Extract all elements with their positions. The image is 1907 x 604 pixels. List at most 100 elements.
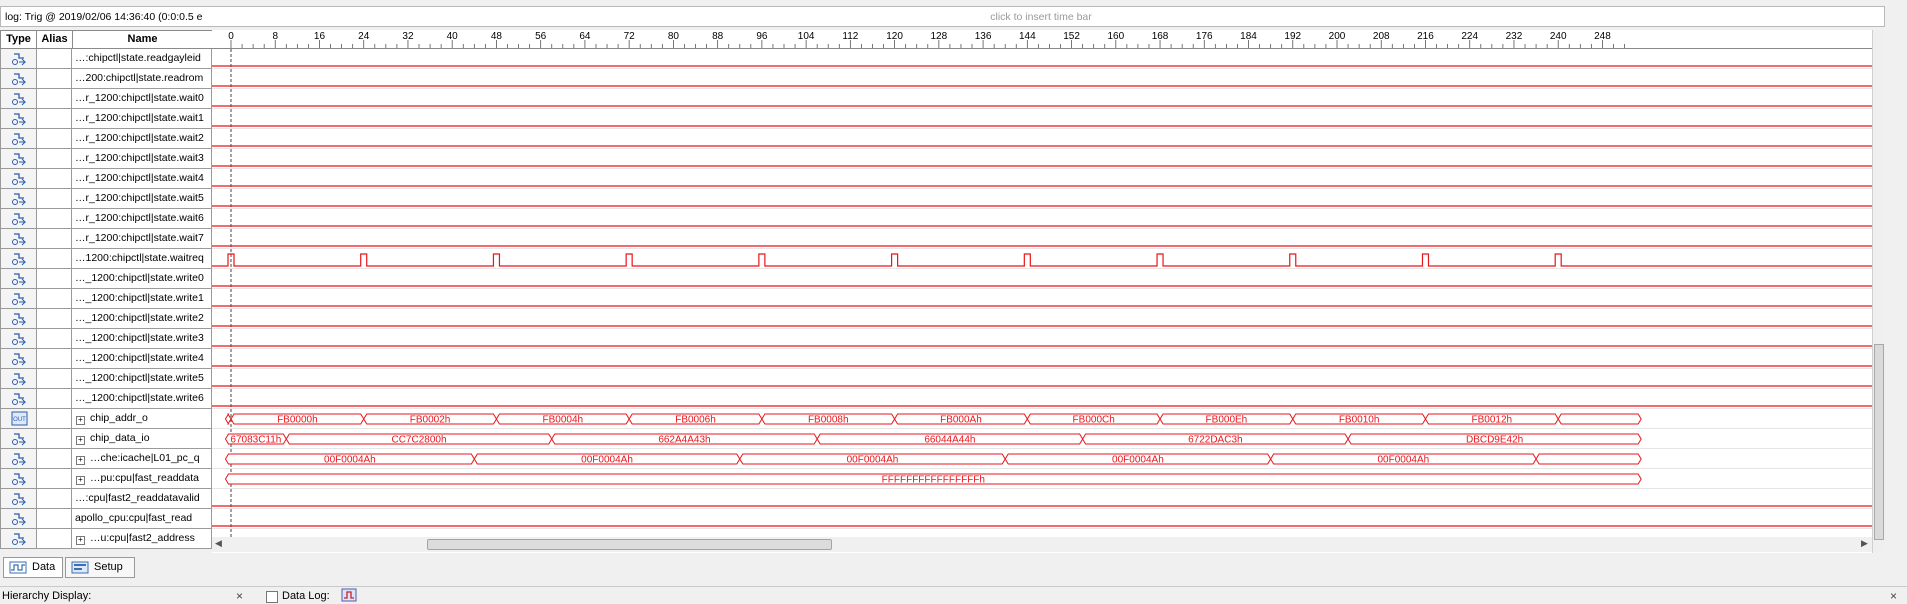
column-header-name[interactable]: Name	[72, 30, 213, 49]
signal-row[interactable]: …_1200:chipctl|state.write1	[0, 289, 212, 309]
signal-alias-cell[interactable]	[37, 289, 72, 309]
signal-row[interactable]: …r_1200:chipctl|state.wait5	[0, 189, 212, 209]
signal-alias-cell[interactable]	[37, 409, 72, 429]
signal-row[interactable]: …:chipctl|state.readgayleid	[0, 49, 212, 69]
hierarchy-close-icon[interactable]: ×	[236, 589, 243, 603]
signal-alias-cell[interactable]	[37, 529, 72, 549]
column-header-alias[interactable]: Alias	[36, 30, 73, 49]
signal-alias-cell[interactable]	[37, 509, 72, 529]
tab-setup[interactable]: Setup	[65, 557, 135, 578]
signal-name-cell[interactable]: …_1200:chipctl|state.write1	[72, 289, 212, 309]
signal-name-cell[interactable]: …_1200:chipctl|state.write5	[72, 369, 212, 389]
horizontal-scroll-thumb[interactable]	[427, 539, 832, 550]
signal-alias-cell[interactable]	[37, 69, 72, 89]
signal-name-cell[interactable]: …r_1200:chipctl|state.wait7	[72, 229, 212, 249]
datalog-icon[interactable]	[341, 588, 357, 602]
signal-row[interactable]: …_1200:chipctl|state.write4	[0, 349, 212, 369]
signal-row[interactable]: …1200:chipctl|state.waitreq	[0, 249, 212, 269]
signal-row[interactable]: …:cpu|fast2_readdatavalid	[0, 489, 212, 509]
signal-row[interactable]: …r_1200:chipctl|state.wait1	[0, 109, 212, 129]
signal-row[interactable]: + …che:icache|L01_pc_q	[0, 449, 212, 469]
signal-alias-cell[interactable]	[37, 389, 72, 409]
signal-row[interactable]: apollo_cpu:cpu|fast_read	[0, 509, 212, 529]
signal-alias-cell[interactable]	[37, 129, 72, 149]
signal-name-cell[interactable]: …_1200:chipctl|state.write6	[72, 389, 212, 409]
signal-alias-cell[interactable]	[37, 489, 72, 509]
signal-name-cell[interactable]: …:cpu|fast2_readdatavalid	[72, 489, 212, 509]
datalog-checkbox[interactable]	[266, 591, 278, 603]
signal-row[interactable]: …_1200:chipctl|state.write3	[0, 329, 212, 349]
signal-alias-cell[interactable]	[37, 169, 72, 189]
signal-name-cell[interactable]: …r_1200:chipctl|state.wait6	[72, 209, 212, 229]
signal-alias-cell[interactable]	[37, 369, 72, 389]
signal-row[interactable]: …r_1200:chipctl|state.wait3	[0, 149, 212, 169]
vertical-scroll-thumb[interactable]	[1874, 344, 1884, 540]
signal-row[interactable]: …r_1200:chipctl|state.wait4	[0, 169, 212, 189]
signal-row[interactable]: …200:chipctl|state.readrom	[0, 69, 212, 89]
signal-alias-cell[interactable]	[37, 149, 72, 169]
signal-row[interactable]: …r_1200:chipctl|state.wait0	[0, 89, 212, 109]
signal-row[interactable]: …r_1200:chipctl|state.wait2	[0, 129, 212, 149]
signal-name-cell[interactable]: …_1200:chipctl|state.write0	[72, 269, 212, 289]
signal-alias-cell[interactable]	[37, 249, 72, 269]
tab-data[interactable]: Data	[3, 557, 63, 578]
signal-row[interactable]: …r_1200:chipctl|state.wait7	[0, 229, 212, 249]
expand-icon[interactable]: +	[76, 416, 85, 425]
signal-row[interactable]: + …pu:cpu|fast_readdata	[0, 469, 212, 489]
signal-name-cell[interactable]: …_1200:chipctl|state.write3	[72, 329, 212, 349]
signal-name-cell[interactable]: …_1200:chipctl|state.write2	[72, 309, 212, 329]
waveform-area[interactable]: 0 8 16 24 32 40 48 56 64 72 80 88 96 104 112 120 128 136 1…	[212, 30, 1872, 553]
bus-value-label: FB0002h	[410, 415, 451, 426]
signal-row[interactable]: …r_1200:chipctl|state.wait6	[0, 209, 212, 229]
signal-alias-cell[interactable]	[37, 429, 72, 449]
signal-alias-cell[interactable]	[37, 449, 72, 469]
signal-row[interactable]: …_1200:chipctl|state.write6	[0, 389, 212, 409]
signal-name-cell[interactable]: …1200:chipctl|state.waitreq	[72, 249, 212, 269]
signal-name-cell[interactable]: …r_1200:chipctl|state.wait5	[72, 189, 212, 209]
expand-icon[interactable]: +	[76, 476, 85, 485]
signal-alias-cell[interactable]	[37, 109, 72, 129]
scroll-left-icon[interactable]: ◀	[215, 538, 222, 549]
signal-name-cell[interactable]: …r_1200:chipctl|state.wait1	[72, 109, 212, 129]
signal-row[interactable]: + chip_data_io	[0, 429, 212, 449]
signal-alias-cell[interactable]	[37, 309, 72, 329]
signal-name-cell[interactable]: …:chipctl|state.readgayleid	[72, 49, 212, 69]
signal-name-cell[interactable]: + …pu:cpu|fast_readdata	[72, 469, 212, 489]
signal-alias-cell[interactable]	[37, 469, 72, 489]
bus-node-icon	[12, 473, 27, 486]
signal-name-cell[interactable]: + chip_addr_o	[72, 409, 212, 429]
signal-alias-cell[interactable]	[37, 189, 72, 209]
signal-row[interactable]: + …u:cpu|fast2_address	[0, 529, 212, 549]
signal-name-cell[interactable]: …r_1200:chipctl|state.wait2	[72, 129, 212, 149]
signal-row[interactable]: OUT + chip_addr_o	[0, 409, 212, 429]
datalog-close-icon[interactable]: ×	[1890, 589, 1897, 603]
signal-name-cell[interactable]: …200:chipctl|state.readrom	[72, 69, 212, 89]
signal-row[interactable]: …_1200:chipctl|state.write2	[0, 309, 212, 329]
waveform-canvas[interactable]: 0 8 16 24 32 40 48 56 64 72 80 88 96 104 112 120 128 136 1…	[212, 30, 1872, 553]
expand-icon[interactable]: +	[76, 456, 85, 465]
signal-name-cell[interactable]: …_1200:chipctl|state.write4	[72, 349, 212, 369]
vertical-scrollbar[interactable]	[1872, 30, 1885, 553]
signal-alias-cell[interactable]	[37, 349, 72, 369]
signal-alias-cell[interactable]	[37, 229, 72, 249]
expand-icon[interactable]: +	[76, 536, 85, 545]
signal-name-cell[interactable]: apollo_cpu:cpu|fast_read	[72, 509, 212, 529]
signal-alias-cell[interactable]	[37, 89, 72, 109]
signal-name-cell[interactable]: …r_1200:chipctl|state.wait3	[72, 149, 212, 169]
signal-name-cell[interactable]: + chip_data_io	[72, 429, 212, 449]
signal-name-cell[interactable]: + …che:icache|L01_pc_q	[72, 449, 212, 469]
horizontal-scrollbar[interactable]: ◀ ▶	[212, 537, 1872, 552]
signal-name-cell[interactable]: + …u:cpu|fast2_address	[72, 529, 212, 549]
signal-alias-cell[interactable]	[37, 329, 72, 349]
signal-alias-cell[interactable]	[37, 49, 72, 69]
expand-icon[interactable]: +	[76, 436, 85, 445]
column-header-type[interactable]: Type	[0, 30, 37, 49]
insert-time-bar-hint[interactable]: click to insert time bar	[211, 11, 1871, 23]
signal-alias-cell[interactable]	[37, 209, 72, 229]
signal-row[interactable]: …_1200:chipctl|state.write5	[0, 369, 212, 389]
signal-name-cell[interactable]: …r_1200:chipctl|state.wait0	[72, 89, 212, 109]
signal-name-cell[interactable]: …r_1200:chipctl|state.wait4	[72, 169, 212, 189]
signal-alias-cell[interactable]	[37, 269, 72, 289]
signal-row[interactable]: …_1200:chipctl|state.write0	[0, 269, 212, 289]
scroll-right-icon[interactable]: ▶	[1861, 538, 1868, 549]
